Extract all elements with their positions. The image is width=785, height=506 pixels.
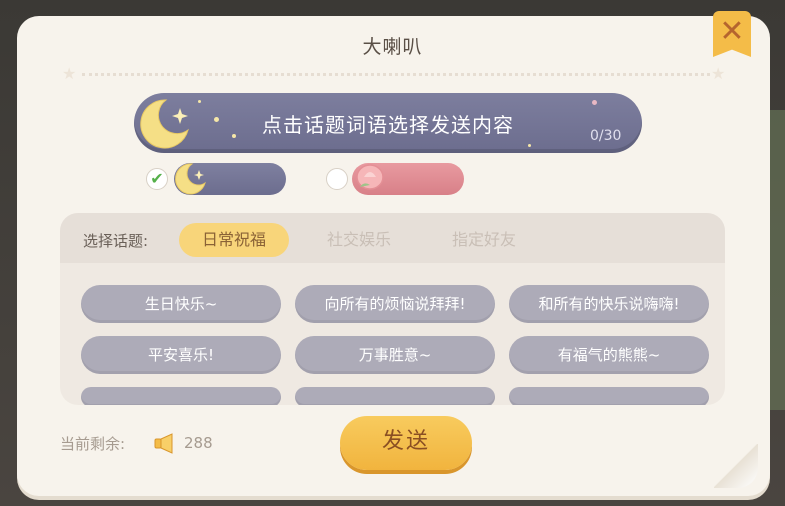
sparkle-decoration bbox=[592, 100, 597, 105]
send-button[interactable]: 发送 bbox=[340, 416, 472, 470]
checkmark-icon: ✔ bbox=[150, 169, 164, 188]
title-divider bbox=[82, 73, 710, 76]
topic-label: 选择话题: bbox=[83, 232, 149, 250]
sparkle-decoration bbox=[198, 100, 201, 103]
moon-star-icon bbox=[175, 163, 206, 195]
phrase-chip-partial[interactable] bbox=[509, 387, 709, 405]
phrase-chip-partial[interactable] bbox=[81, 387, 281, 405]
horn-icon bbox=[154, 433, 173, 454]
star-icon: ★ bbox=[62, 64, 77, 83]
tab-social-entertainment[interactable]: 社交娱乐 bbox=[304, 223, 414, 257]
phrase-chip[interactable]: 万事胜意~ bbox=[295, 336, 495, 374]
phrase-chip[interactable]: 平安喜乐! bbox=[81, 336, 281, 374]
message-placeholder: 点击话题词语选择发送内容 bbox=[262, 113, 514, 137]
phrase-chip[interactable]: 和所有的快乐说嗨嗨! bbox=[509, 285, 709, 323]
background-plant bbox=[770, 110, 785, 410]
tab-specific-friend[interactable]: 指定好友 bbox=[429, 223, 539, 257]
sparkle-decoration bbox=[528, 144, 531, 147]
page-curl-decoration bbox=[714, 444, 758, 488]
topic-panel: 选择话题: 日常祝福 社交娱乐 指定好友 生日快乐~ 向所有的烦恼说拜拜! 和所… bbox=[60, 213, 725, 405]
character-counter: 0/30 bbox=[590, 128, 622, 144]
phrase-chip[interactable]: 生日快乐~ bbox=[81, 285, 281, 323]
sparkle-decoration bbox=[232, 134, 236, 138]
moon-star-icon bbox=[140, 99, 189, 149]
phrase-chip-partial[interactable] bbox=[295, 387, 495, 405]
peach-flower-icon bbox=[356, 164, 384, 190]
tab-daily-blessings[interactable]: 日常祝福 bbox=[179, 223, 289, 257]
phrase-chip[interactable]: 有福气的熊熊~ bbox=[509, 336, 709, 374]
style-radio-flower[interactable] bbox=[326, 168, 348, 190]
balance-value: 288 bbox=[184, 434, 213, 452]
phrase-chip[interactable]: 向所有的烦恼说拜拜! bbox=[295, 285, 495, 323]
star-icon: ★ bbox=[711, 64, 726, 83]
close-icon: ✕ bbox=[719, 14, 745, 49]
balance-label: 当前剩余: bbox=[60, 435, 126, 453]
dialog-title: 大喇叭 bbox=[362, 36, 423, 58]
sparkle-decoration bbox=[214, 117, 219, 122]
style-radio-moon[interactable]: ✔ bbox=[146, 168, 168, 190]
